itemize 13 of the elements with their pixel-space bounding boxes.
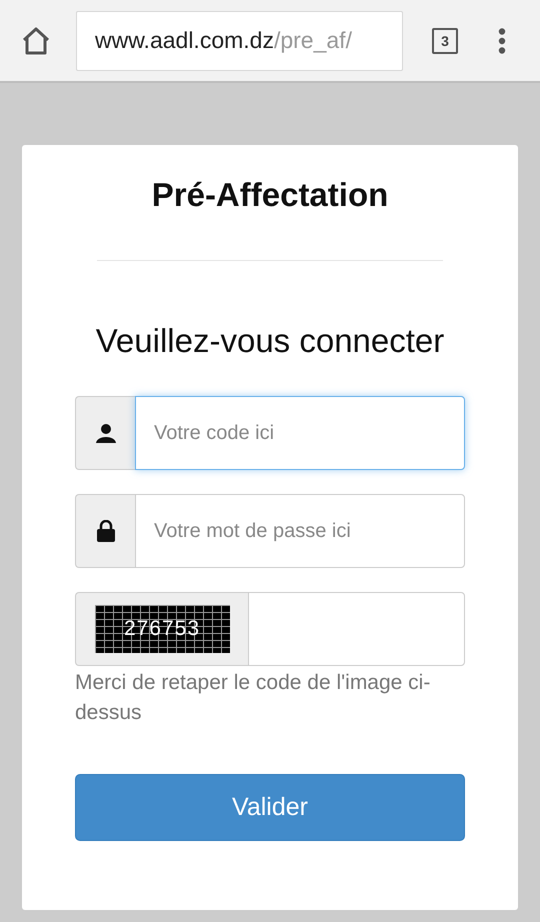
address-bar[interactable]: www.aadl.com.dz/pre_af/	[76, 10, 403, 70]
password-field[interactable]: Votre mot de passe ici	[135, 494, 465, 568]
page-title: Pré-Affectation	[150, 175, 390, 215]
help-text: Merci de retaper le code de l'image ci-dessus	[75, 670, 432, 726]
user-icon	[96, 423, 116, 443]
captcha-field[interactable]	[248, 592, 465, 666]
tab-count-button[interactable]: 3	[432, 28, 458, 54]
submit-button[interactable]: Valider	[75, 774, 465, 841]
menu-icon[interactable]	[498, 28, 506, 54]
home-icon[interactable]	[21, 26, 51, 54]
login-heading: Veuillez-vous connecter	[94, 321, 446, 361]
code-field[interactable]: Votre code ici	[135, 396, 465, 470]
lock-icon	[96, 520, 114, 542]
